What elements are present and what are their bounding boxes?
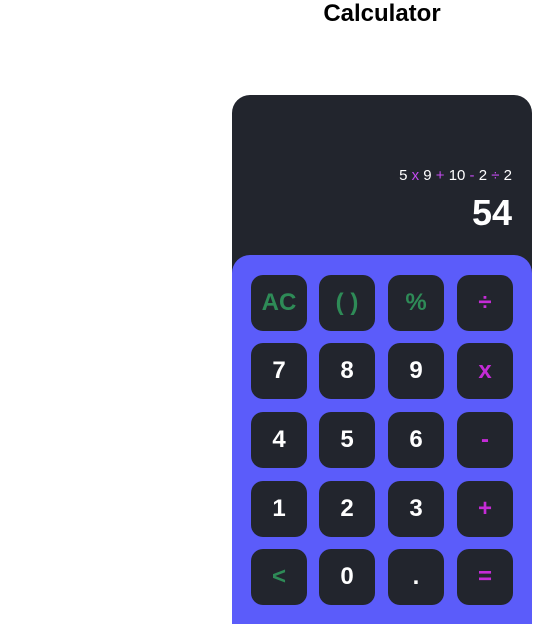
equals-button[interactable]: = — [457, 549, 513, 605]
expression-operand: 9 — [423, 167, 432, 184]
result-display: 54 — [471, 192, 512, 233]
digit-1-button[interactable]: 1 — [251, 481, 307, 537]
calculator: 5 x 9 + 10 - 2 ÷ 2 54 AC( )% ÷ 7 8 9 x 4 5 6-1 2 3… — [232, 95, 532, 624]
expression-display: 5 x 9 + 10 - 2 ÷ 2 — [399, 167, 512, 185]
page-title: Calculator — [323, 0, 441, 27]
parentheses-button[interactable]: ( ) — [319, 275, 375, 331]
clear-button[interactable]: AC — [251, 275, 307, 331]
expression-operand: 2 — [503, 167, 512, 184]
digit-7-button[interactable]: 7 — [251, 343, 307, 399]
digit-8-button[interactable]: 8 — [319, 343, 375, 399]
expression-operator: - — [465, 167, 479, 184]
expression-operator: + — [431, 167, 449, 184]
digit-2-button[interactable]: 2 — [319, 481, 375, 537]
digit-6-button[interactable]: 6 — [388, 412, 444, 468]
digit-5-button[interactable]: 5 — [319, 412, 375, 468]
add-button[interactable]: + — [457, 481, 513, 537]
digit-3-button[interactable]: 3 — [388, 481, 444, 537]
expression-operand: 10 — [448, 167, 466, 184]
percent-button[interactable]: % — [388, 275, 444, 331]
multiply-button[interactable]: x — [457, 343, 513, 399]
decimal-button[interactable]: . — [388, 549, 444, 605]
digit-0-button[interactable]: 0 — [319, 549, 375, 605]
subtract-button[interactable]: - — [457, 412, 513, 468]
backspace-button[interactable]: < — [251, 549, 307, 605]
digit-9-button[interactable]: 9 — [388, 343, 444, 399]
expression-operand: 2 — [478, 167, 488, 184]
digit-4-button[interactable]: 4 — [251, 412, 307, 468]
divide-button[interactable]: ÷ — [457, 275, 513, 331]
display-panel: 5 x 9 + 10 - 2 ÷ 2 54 — [232, 95, 532, 255]
keypad: AC( )% ÷ 7 8 9 x 4 5 6- 1 2 3 + <0. = — [232, 255, 532, 624]
expression-operator: x — [407, 167, 424, 184]
expression-operator: ÷ — [487, 167, 504, 184]
